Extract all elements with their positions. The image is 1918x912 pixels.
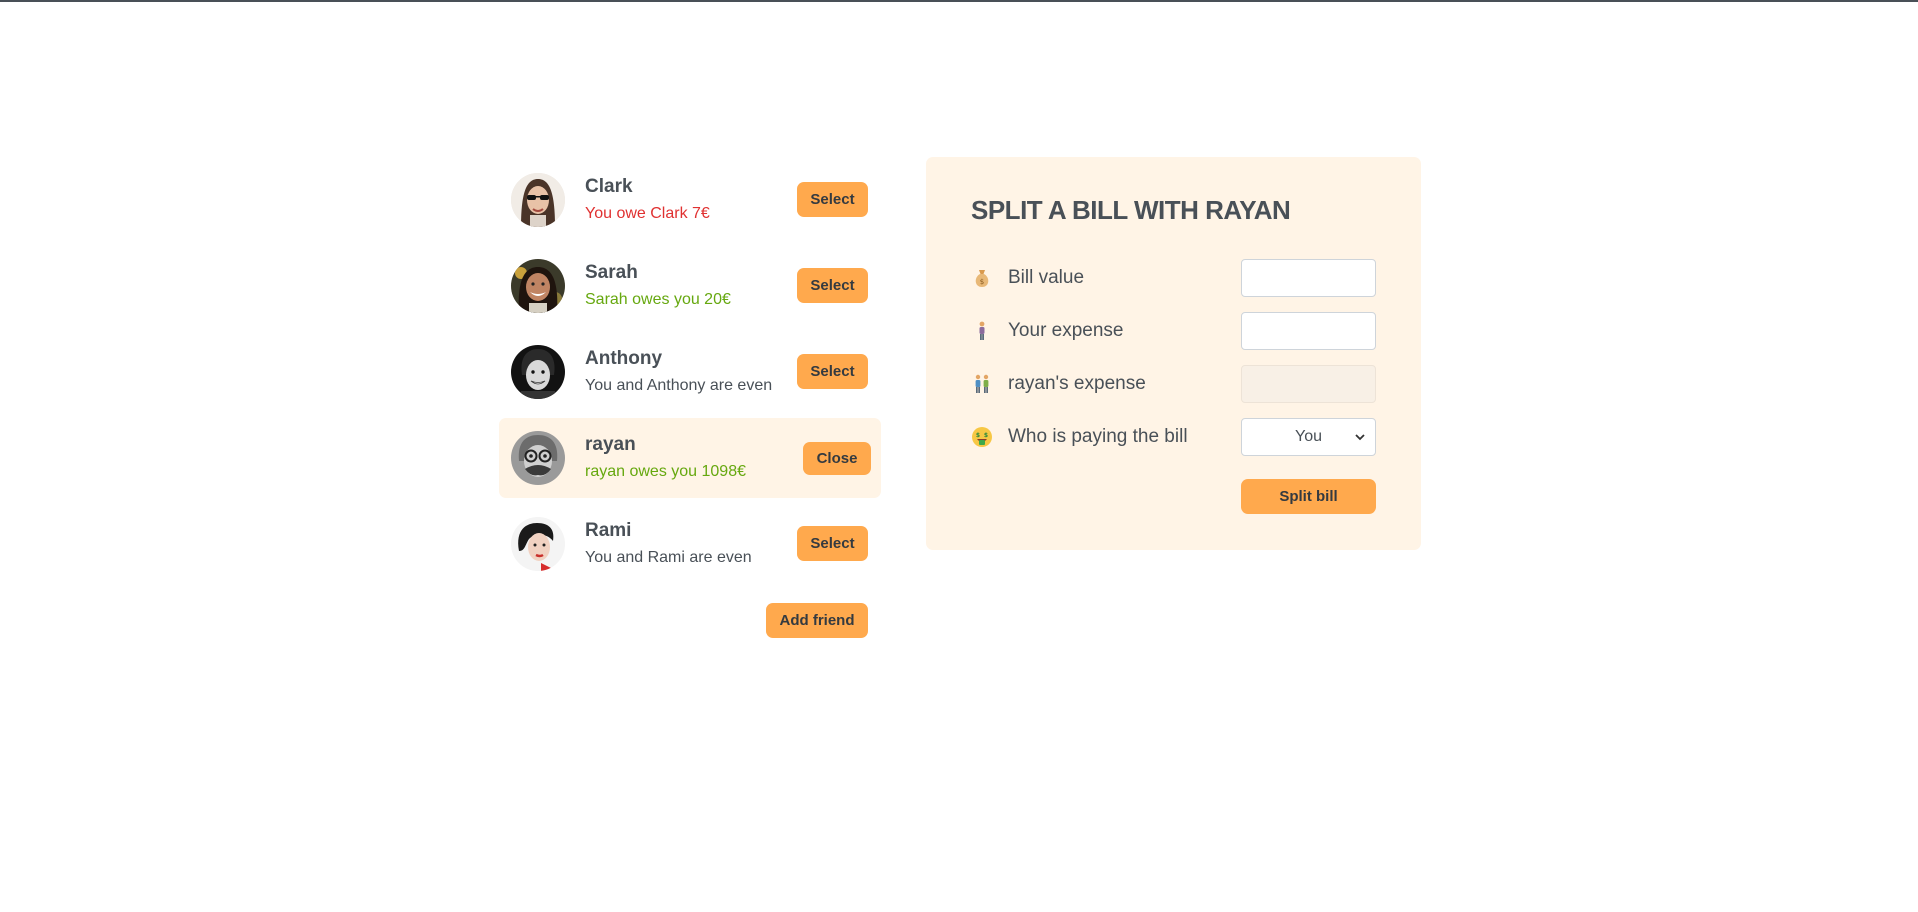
friend-expense-label: rayan's expense: [1008, 373, 1146, 394]
friend-name: Clark: [585, 176, 633, 197]
friend-name: Rami: [585, 520, 632, 541]
friend-name: Anthony: [585, 348, 663, 369]
friend-item-anthony: Anthony You and Anthony are even Select: [499, 332, 881, 412]
svg-text:$: $: [984, 432, 988, 439]
two-people-icon: [975, 374, 989, 393]
friend-balance-status: rayan owes you 1098€: [585, 463, 746, 480]
bill-value-input[interactable]: [1241, 259, 1376, 297]
payer-row: $ $ Who is paying the bill You: [971, 418, 1376, 456]
bill-value-label: Bill value: [1008, 267, 1085, 288]
select-button[interactable]: Select: [797, 268, 868, 303]
select-button[interactable]: Select: [797, 354, 868, 389]
friend-balance-status: Sarah owes you 20€: [585, 291, 731, 308]
avatar: [511, 431, 565, 485]
friend-item-clark: Clark You owe Clark 7€ Select: [499, 160, 881, 240]
friend-item-sarah: Sarah Sarah owes you 20€ Select: [499, 246, 881, 326]
friend-name: rayan: [585, 434, 636, 455]
form-title: SPLIT A BILL WITH RAYAN: [971, 195, 1291, 225]
avatar: [511, 517, 565, 571]
friend-balance-status: You and Rami are even: [585, 549, 752, 566]
payer-label: Who is paying the bill: [1008, 426, 1188, 447]
friend-balance-status: You owe Clark 7€: [585, 205, 710, 222]
select-button[interactable]: Select: [797, 182, 868, 217]
friend-expense-row: rayan's expense: [971, 365, 1376, 403]
close-button[interactable]: Close: [803, 442, 871, 475]
payer-select[interactable]: You: [1241, 418, 1376, 456]
svg-text:$: $: [980, 278, 984, 286]
your-expense-label: Your expense: [1008, 320, 1124, 341]
money-mouth-face-icon: $ $: [972, 427, 992, 447]
split-bill-form: SPLIT A BILL WITH RAYAN $ Bill value You…: [926, 157, 1421, 550]
top-border: [0, 0, 1918, 2]
chevron-down-icon: [1355, 434, 1365, 441]
friends-sidebar: Clark You owe Clark 7€ Select Sarah Sara…: [499, 160, 881, 638]
select-button[interactable]: Select: [797, 526, 868, 561]
avatar: [511, 345, 565, 399]
split-bill-button[interactable]: Split bill: [1241, 479, 1376, 514]
avatar: [511, 259, 565, 313]
money-bag-icon: $: [975, 270, 989, 287]
friend-balance-status: You and Anthony are even: [585, 377, 773, 394]
friend-expense-input: [1241, 365, 1376, 403]
bill-value-row: $ Bill value: [971, 259, 1376, 297]
avatar: [511, 173, 565, 227]
friend-item-rayan: rayan rayan owes you 1098€ Close: [499, 418, 881, 498]
payer-selected-value: You: [1295, 428, 1322, 445]
add-friend-button[interactable]: Add friend: [766, 603, 868, 638]
friend-name: Sarah: [585, 262, 638, 283]
your-expense-input[interactable]: [1241, 312, 1376, 350]
your-expense-row: Your expense: [971, 312, 1376, 350]
svg-text:$: $: [976, 432, 980, 439]
person-icon: [979, 321, 985, 340]
friend-item-rami: Rami You and Rami are even Select: [499, 504, 881, 584]
